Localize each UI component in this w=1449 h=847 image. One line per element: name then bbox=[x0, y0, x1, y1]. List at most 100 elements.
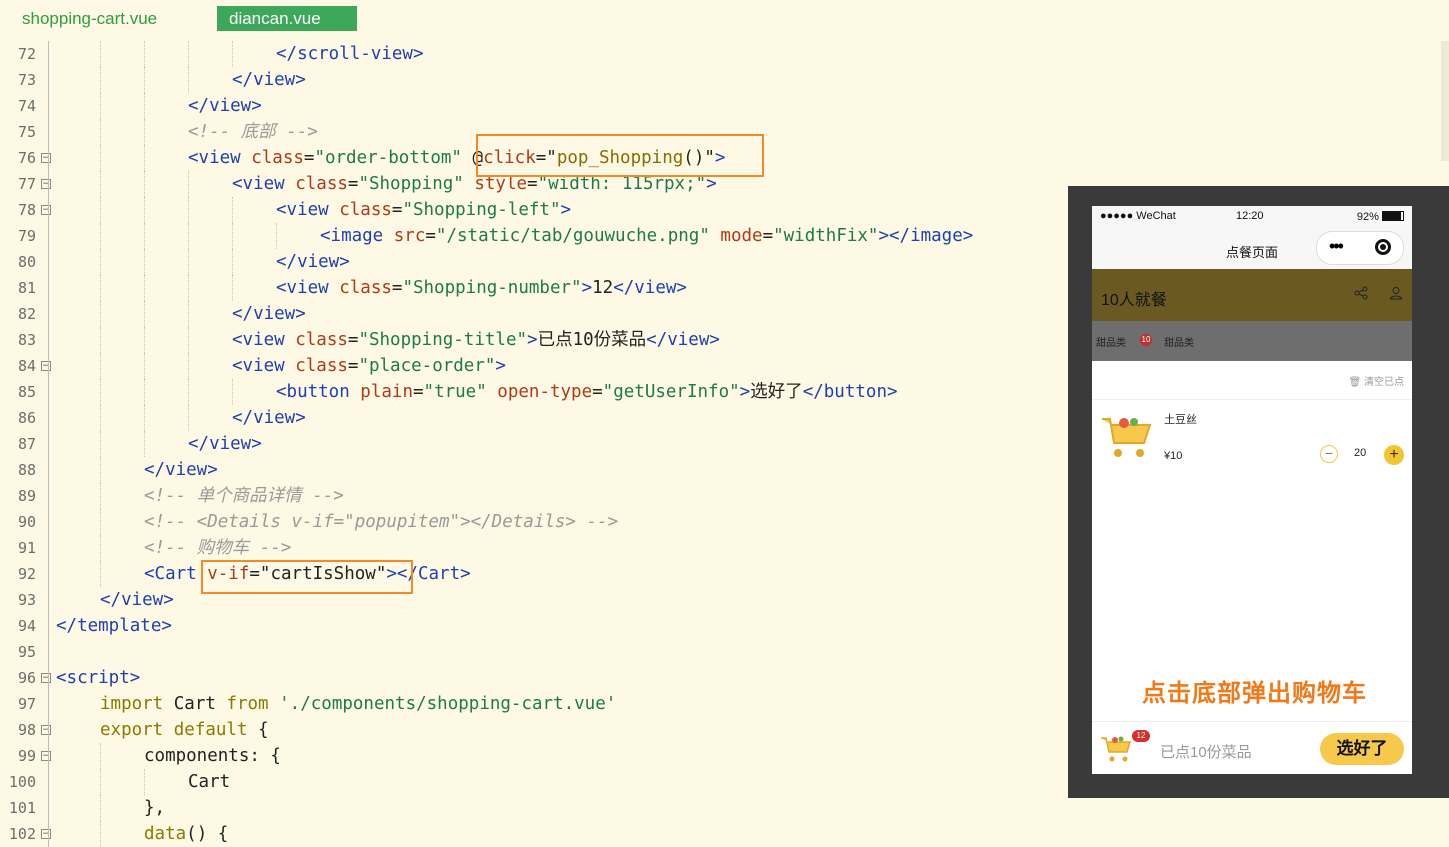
code-line[interactable]: 83 <view class="Shopping-title">已点10份菜品</… bbox=[0, 327, 1060, 353]
code-line[interactable]: 97 import Cart from './components/shoppin… bbox=[0, 691, 1060, 717]
place-order-button[interactable]: 选好了 bbox=[1320, 733, 1404, 765]
line-number: 80 bbox=[17, 253, 36, 271]
code-line[interactable]: 100 Cart bbox=[0, 769, 1060, 795]
code-line[interactable]: 102− data() { bbox=[0, 821, 1060, 847]
fold-toggle-icon[interactable]: − bbox=[41, 829, 51, 839]
code-token: </view> bbox=[100, 590, 174, 610]
code-line[interactable]: 89 <!-- 单个商品详情 --> bbox=[0, 483, 1060, 509]
fold-toggle-icon[interactable]: − bbox=[41, 179, 51, 189]
code-token: mode bbox=[720, 226, 763, 246]
indent-guide bbox=[188, 275, 189, 301]
code-line[interactable]: 90 <!-- <Details v-if="popupitem"></Detai… bbox=[0, 509, 1060, 535]
code-line[interactable]: 99− components: { bbox=[0, 743, 1060, 769]
line-number: 88 bbox=[17, 461, 36, 479]
fold-toggle-icon[interactable]: − bbox=[41, 205, 51, 215]
indent-guide bbox=[144, 327, 145, 353]
share-icon[interactable] bbox=[1354, 286, 1368, 303]
code-token: = bbox=[762, 226, 774, 246]
code-line[interactable]: 85 <button plain="true" open-type="getUse… bbox=[0, 379, 1060, 405]
tab-shopping-cart[interactable]: shopping-cart.vue bbox=[22, 6, 157, 31]
fold-toggle-icon[interactable]: − bbox=[41, 725, 51, 735]
close-icon[interactable] bbox=[1375, 239, 1391, 255]
code-line[interactable]: 74 </view> bbox=[0, 93, 1060, 119]
indent-guide bbox=[144, 379, 145, 405]
code-line[interactable]: 94 </template> bbox=[0, 613, 1060, 639]
item-price: ¥10 bbox=[1164, 450, 1183, 462]
indent-guide bbox=[232, 249, 233, 275]
code-text: <view class="Shopping-number">12</view> bbox=[276, 275, 687, 301]
line-number: 87 bbox=[17, 435, 36, 453]
code-line[interactable]: 82 </view> bbox=[0, 301, 1060, 327]
gutter-line bbox=[48, 119, 49, 145]
code-token: > bbox=[560, 200, 572, 220]
editor-scrollbar[interactable] bbox=[1441, 41, 1449, 161]
code-line[interactable]: 93 </view> bbox=[0, 587, 1060, 613]
code-line[interactable]: 81 <view class="Shopping-number">12</view… bbox=[0, 275, 1060, 301]
code-token: ></image> bbox=[878, 226, 974, 246]
fold-toggle-icon[interactable]: − bbox=[41, 361, 51, 371]
code-line[interactable]: 96− <script> bbox=[0, 665, 1060, 691]
indent-guide bbox=[188, 171, 189, 197]
code-token: </view> bbox=[232, 304, 306, 324]
gutter-line bbox=[48, 509, 49, 535]
fold-toggle-icon[interactable]: − bbox=[41, 751, 51, 761]
line-number: 95 bbox=[17, 643, 36, 661]
code-line[interactable]: 95 bbox=[0, 639, 1060, 665]
code-line[interactable]: 91 <!-- 购物车 --> bbox=[0, 535, 1060, 561]
code-text: <!-- <Details v-if="popupitem"></Details… bbox=[144, 509, 618, 535]
cart-icon[interactable] bbox=[1100, 734, 1132, 764]
cart-icon bbox=[1102, 418, 1152, 457]
gutter-line bbox=[48, 587, 49, 613]
code-token: class bbox=[339, 200, 392, 220]
code-token: > bbox=[527, 330, 538, 350]
code-text: <view class="Shopping-left"> bbox=[276, 197, 571, 223]
code-line[interactable]: 79 <image src="/static/tab/gouwuche.png" … bbox=[0, 223, 1060, 249]
item-name: 土豆丝 bbox=[1164, 414, 1197, 426]
gutter-line bbox=[48, 327, 49, 353]
code-token: = bbox=[527, 174, 538, 194]
indent-guide bbox=[144, 197, 145, 223]
code-token: <Cart bbox=[144, 564, 208, 584]
fold-toggle-icon[interactable]: − bbox=[41, 673, 51, 683]
more-icon[interactable]: ••• bbox=[1329, 236, 1344, 257]
code-line[interactable]: 101}, bbox=[0, 795, 1060, 821]
code-line[interactable]: 98− export default { bbox=[0, 717, 1060, 743]
category-tab[interactable]: 甜品类 bbox=[1096, 334, 1126, 349]
menu-capsule[interactable]: ••• bbox=[1316, 231, 1404, 265]
category-tab[interactable]: 甜品类 bbox=[1164, 334, 1194, 349]
clear-cart-button[interactable]: 🗑 清空已点 bbox=[1349, 373, 1404, 388]
indent-guide bbox=[100, 249, 101, 275]
fold-toggle-icon[interactable]: − bbox=[41, 153, 51, 163]
code-line[interactable]: 72 </scroll-view> bbox=[0, 41, 1060, 67]
indent-guide bbox=[100, 795, 101, 821]
code-line[interactable]: 84− <view class="place-order"> bbox=[0, 353, 1060, 379]
increase-button[interactable]: + bbox=[1384, 445, 1404, 465]
code-line[interactable]: 73 </view> bbox=[0, 67, 1060, 93]
code-token: </view> bbox=[188, 96, 262, 116]
tab-diancan[interactable]: diancan.vue bbox=[217, 6, 357, 31]
decrease-button[interactable]: − bbox=[1320, 445, 1338, 463]
code-line[interactable]: 80 </view> bbox=[0, 249, 1060, 275]
line-number: 82 bbox=[17, 305, 36, 323]
indent-guide bbox=[188, 223, 189, 249]
user-icon[interactable] bbox=[1389, 286, 1403, 303]
line-number: 91 bbox=[17, 539, 36, 557]
phone-preview: ●●●●● WeChat 12:20 92% 点餐页面 ••• 10人就餐 甜品… bbox=[1092, 206, 1412, 774]
indent-guide bbox=[188, 405, 189, 431]
editor-tabbar: shopping-cart.vue diancan.vue bbox=[0, 0, 1449, 37]
indent-guide bbox=[232, 275, 233, 301]
indent-guide bbox=[144, 67, 145, 93]
status-time: 12:20 bbox=[1236, 210, 1264, 222]
code-line[interactable]: 86 </view> bbox=[0, 405, 1060, 431]
code-line[interactable]: 87 </view> bbox=[0, 431, 1060, 457]
indent-guide bbox=[100, 431, 101, 457]
code-token: <view bbox=[232, 174, 296, 194]
order-bottom[interactable]: 12 已点10份菜品 选好了 bbox=[1092, 721, 1412, 774]
code-line[interactable]: 88 </view> bbox=[0, 457, 1060, 483]
indent-guide bbox=[144, 41, 145, 67]
code-line[interactable]: 92 <Cart v-if="cartIsShow"></Cart> bbox=[0, 561, 1060, 587]
gutter-line bbox=[48, 717, 49, 743]
code-line[interactable]: 78− <view class="Shopping-left"> bbox=[0, 197, 1060, 223]
indent-guide bbox=[100, 275, 101, 301]
line-number: 99 bbox=[17, 747, 36, 765]
